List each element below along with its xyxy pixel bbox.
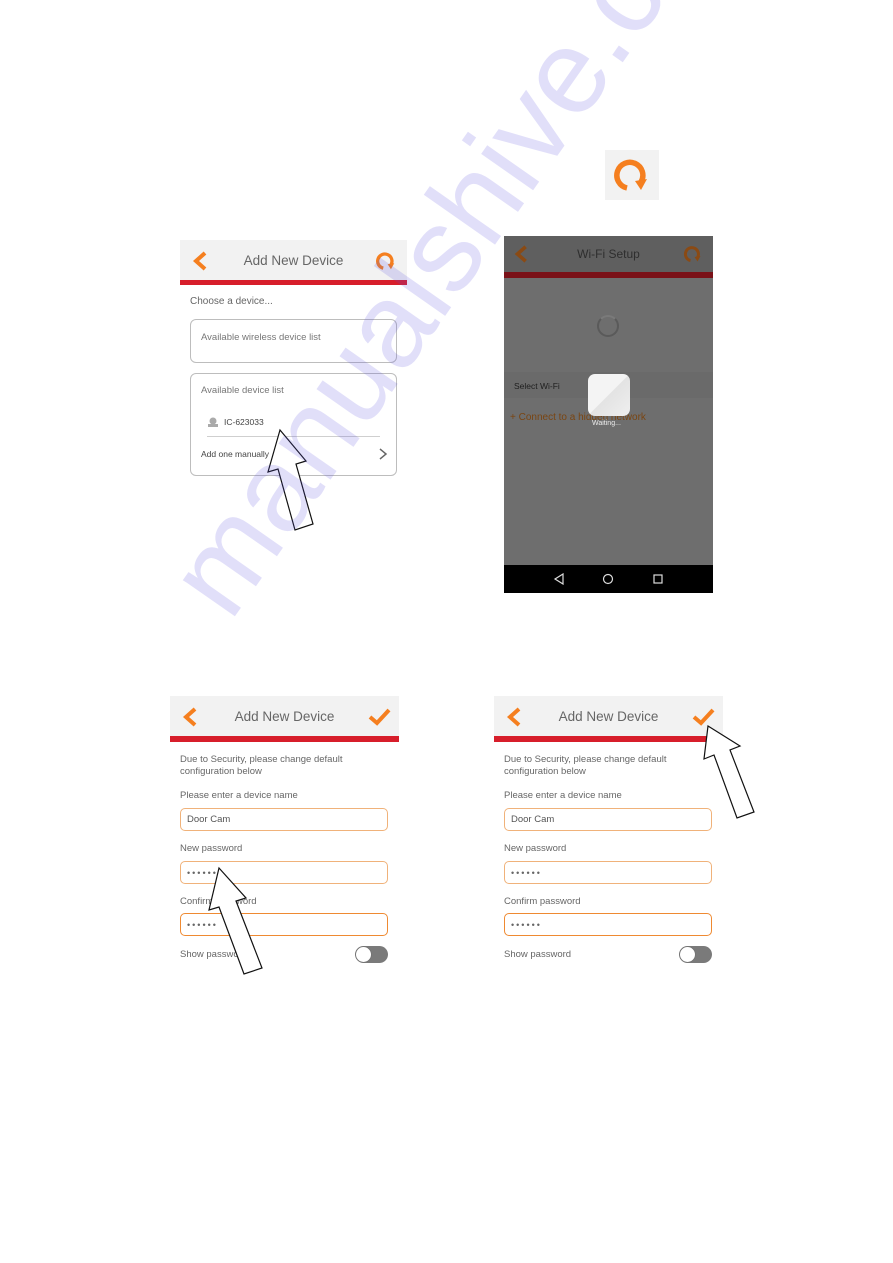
back-triangle-icon[interactable]: [553, 573, 565, 585]
wireless-device-list-title: Available wireless device list: [201, 332, 321, 343]
header-accent-bar: [180, 280, 407, 285]
device-name-value: Door Cam: [187, 814, 231, 825]
camera-icon: [208, 417, 218, 427]
choose-device-prompt: Choose a device...: [190, 296, 273, 307]
header-title: Add New Device: [558, 708, 659, 724]
header-accent-bar: [504, 272, 713, 278]
device-item[interactable]: IC-623033: [207, 416, 264, 428]
device-list-title: Available device list: [201, 385, 284, 396]
back-button[interactable]: [190, 250, 212, 272]
refresh-button[interactable]: [683, 244, 705, 266]
app-header: Add New Device: [180, 240, 407, 280]
callout-arrow-icon: [703, 724, 755, 819]
device-name-label: Please enter a device name: [180, 790, 298, 801]
wireless-device-list-card[interactable]: Available wireless device list: [190, 319, 397, 363]
show-password-label: Show password: [504, 949, 572, 960]
new-password-value: ••••••: [511, 867, 542, 878]
device-name-label: Please enter a device name: [504, 790, 622, 801]
header-title: Wi-Fi Setup: [577, 247, 640, 261]
select-wifi-label: Select Wi-Fi: [514, 381, 560, 391]
header-title: Add New Device: [234, 708, 335, 724]
refresh-icon: [376, 252, 395, 270]
show-password-toggle[interactable]: [355, 946, 388, 963]
screen-wifi-setup: Wi-Fi Setup Select Wi-Fi + Connect to a …: [504, 236, 713, 593]
home-circle-icon[interactable]: [602, 573, 614, 585]
callout-arrow-icon: [267, 428, 314, 531]
new-password-label: New password: [504, 843, 567, 854]
security-intro-text: Due to Security, please change default c…: [180, 754, 343, 777]
back-chevron-icon: [506, 707, 521, 727]
back-button[interactable]: [180, 706, 202, 728]
loading-spinner-icon: [597, 315, 619, 337]
loading-dialog: [588, 374, 630, 416]
refresh-button[interactable]: [375, 250, 397, 272]
confirm-password-input[interactable]: ••••••: [504, 913, 712, 936]
chevron-right-icon: [379, 448, 388, 460]
new-password-label: New password: [180, 843, 243, 854]
header-title: Add New Device: [243, 252, 344, 268]
back-chevron-icon: [182, 707, 197, 727]
device-name-input[interactable]: Door Cam: [180, 808, 388, 831]
back-button[interactable]: [504, 706, 526, 728]
app-header: Add New Device: [494, 696, 723, 736]
callout-arrow-icon: [208, 866, 263, 975]
device-name-value: Door Cam: [511, 814, 555, 825]
device-name: IC-623033: [224, 417, 264, 427]
app-header: Add New Device: [170, 696, 399, 736]
checkmark-icon: [368, 708, 391, 726]
header-accent-bar: [494, 736, 723, 742]
security-intro-text: Due to Security, please change default c…: [504, 754, 667, 777]
back-button[interactable]: [512, 244, 534, 266]
header-accent-bar: [170, 736, 399, 742]
recents-square-icon[interactable]: [652, 573, 664, 585]
refresh-icon-reference: [605, 150, 659, 200]
android-nav-bar: [504, 565, 713, 593]
app-header: Wi-Fi Setup: [504, 236, 713, 272]
show-password-toggle[interactable]: [679, 946, 712, 963]
device-name-input[interactable]: Door Cam: [504, 808, 712, 831]
refresh-icon: [614, 159, 647, 191]
refresh-icon: [683, 246, 701, 262]
loading-text: Waiting...: [592, 420, 621, 427]
confirm-button[interactable]: [367, 706, 391, 728]
back-chevron-icon: [192, 251, 207, 271]
screen-device-config-step2: Add New Device Due to Security, please c…: [494, 696, 723, 976]
confirm-password-label: Confirm password: [504, 896, 581, 907]
new-password-input[interactable]: ••••••: [504, 861, 712, 884]
back-chevron-icon: [514, 245, 527, 263]
confirm-password-value: ••••••: [511, 919, 542, 930]
